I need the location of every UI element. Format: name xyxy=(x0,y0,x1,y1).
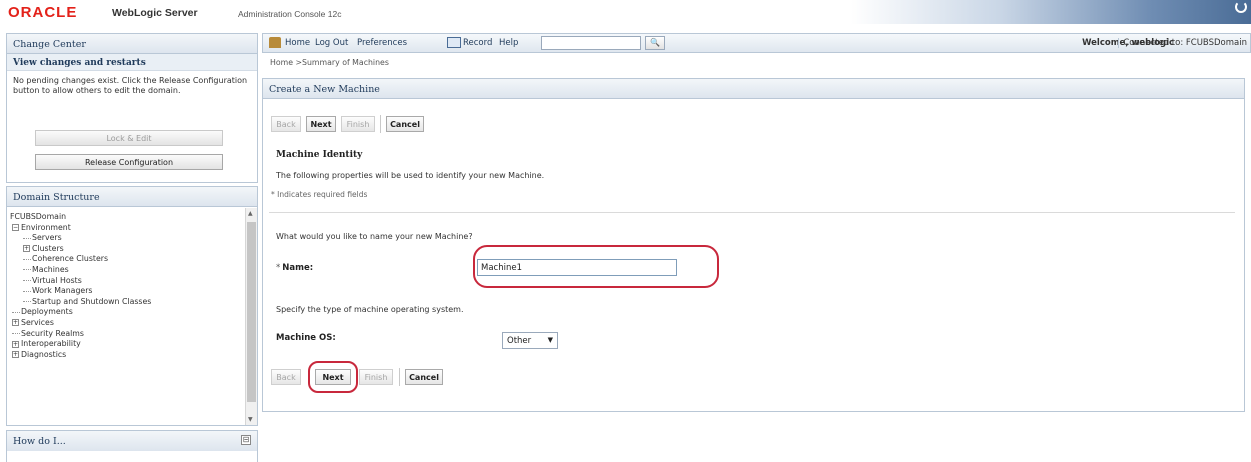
app-header: ORACLE WebLogic Server Administration Co… xyxy=(0,0,1251,24)
required-marker: * xyxy=(276,263,281,273)
tree-item-startup-shutdown-classes[interactable]: Startup and Shutdown Classes xyxy=(10,297,233,308)
machine-os-label: Machine OS: xyxy=(276,333,336,343)
finish-button-top[interactable]: Finish xyxy=(341,116,375,132)
scroll-down-icon[interactable]: ▼ xyxy=(248,416,253,423)
tree-item-servers[interactable]: Servers xyxy=(10,233,233,244)
domain-tree: FCUBSDomain − Environment Servers + Cluste… xyxy=(7,208,233,425)
preferences-link[interactable]: Preferences xyxy=(357,38,407,48)
help-link[interactable]: Help xyxy=(499,38,518,48)
scroll-up-icon[interactable]: ▲ xyxy=(248,210,253,217)
required-fields-note: * Indicates required fields xyxy=(271,190,368,199)
tree-scrollbar[interactable]: ▲ ▼ xyxy=(245,208,257,425)
next-button-top[interactable]: Next xyxy=(306,116,336,132)
tree-item-interoperability[interactable]: + Interoperability xyxy=(10,339,233,350)
search-button[interactable]: 🔍 xyxy=(645,36,665,50)
tree-item-work-managers[interactable]: Work Managers xyxy=(10,286,233,297)
oracle-logo: ORACLE xyxy=(8,4,78,21)
tree-item-services[interactable]: + Services xyxy=(10,318,233,329)
home-link[interactable]: Home xyxy=(285,38,310,48)
lock-edit-button[interactable]: Lock & Edit xyxy=(35,130,223,146)
refresh-icon xyxy=(1235,1,1247,13)
home-icon[interactable] xyxy=(269,37,281,48)
expand-icon[interactable]: + xyxy=(12,319,19,327)
cancel-button-top[interactable]: Cancel xyxy=(386,116,424,132)
collapse-icon[interactable]: − xyxy=(12,224,19,232)
section-description: The following properties will be used to… xyxy=(276,171,545,180)
cancel-button-bottom[interactable]: Cancel xyxy=(405,369,443,385)
section-title: Machine Identity xyxy=(276,150,363,160)
os-question: Specify the type of machine operating sy… xyxy=(276,305,464,314)
tree-item-deployments[interactable]: Deployments xyxy=(10,307,233,318)
next-button-bottom[interactable]: Next xyxy=(315,369,351,385)
tree-item-machines[interactable]: Machines xyxy=(10,265,233,276)
change-center-title: Change Center xyxy=(7,34,257,54)
tree-item-coherence-clusters[interactable]: Coherence Clusters xyxy=(10,254,233,265)
tree-item-virtual-hosts[interactable]: Virtual Hosts xyxy=(10,276,233,287)
domain-structure-title: Domain Structure xyxy=(7,187,257,207)
how-do-i-title: How do I... xyxy=(7,431,257,451)
expand-icon[interactable]: + xyxy=(12,340,19,348)
pending-changes-text: No pending changes exist. Click the Rele… xyxy=(13,76,248,95)
back-button-top[interactable]: Back xyxy=(271,116,301,132)
connected-text: Connected to: FCUBSDomain xyxy=(1118,38,1247,48)
product-subtitle: Administration Console 12c xyxy=(238,9,342,19)
tree-item-clusters[interactable]: + Clusters xyxy=(10,244,233,255)
tree-item-environment[interactable]: − Environment xyxy=(10,223,233,234)
view-changes-link[interactable]: View changes and restarts xyxy=(7,54,257,71)
record-icon[interactable] xyxy=(447,37,461,48)
product-name: WebLogic Server xyxy=(112,7,198,19)
release-configuration-button[interactable]: Release Configuration xyxy=(35,154,223,170)
expand-icon[interactable]: + xyxy=(23,245,30,253)
change-center-panel: Change Center View changes and restarts … xyxy=(6,33,258,183)
top-toolbar: Home Log Out Preferences Record Help 🔍 W… xyxy=(262,33,1251,53)
name-label: * Name: xyxy=(276,263,314,273)
collapse-panel-icon[interactable]: ⊟ xyxy=(241,435,251,445)
finish-button-bottom[interactable]: Finish xyxy=(359,369,393,385)
domain-structure-panel: Domain Structure FCUBSDomain − Environmen… xyxy=(6,186,258,426)
how-do-i-panel: How do I... ⊟ xyxy=(6,430,258,462)
expand-icon[interactable]: + xyxy=(12,351,19,359)
record-link[interactable]: Record xyxy=(463,38,492,48)
wizard-title: Create a New Machine xyxy=(263,79,1244,99)
logout-link[interactable]: Log Out xyxy=(315,38,348,48)
section-divider xyxy=(269,212,1235,213)
name-question: What would you like to name your new Mac… xyxy=(276,232,473,241)
tree-item-diagnostics[interactable]: + Diagnostics xyxy=(10,350,233,361)
breadcrumb[interactable]: Home >Summary of Machines xyxy=(270,58,389,67)
tree-item-security-realms[interactable]: Security Realms xyxy=(10,329,233,340)
machine-name-input[interactable]: Machine1 xyxy=(477,259,677,276)
chevron-down-icon: ▼ xyxy=(547,336,553,344)
create-machine-wizard: Create a New Machine Back Next Finish Ca… xyxy=(262,78,1245,412)
machine-os-select[interactable]: Other ▼ xyxy=(502,332,558,349)
tree-item-root[interactable]: FCUBSDomain xyxy=(10,212,233,223)
scrollbar-thumb[interactable] xyxy=(247,222,256,402)
back-button-bottom[interactable]: Back xyxy=(271,369,301,385)
search-input[interactable] xyxy=(541,36,641,50)
